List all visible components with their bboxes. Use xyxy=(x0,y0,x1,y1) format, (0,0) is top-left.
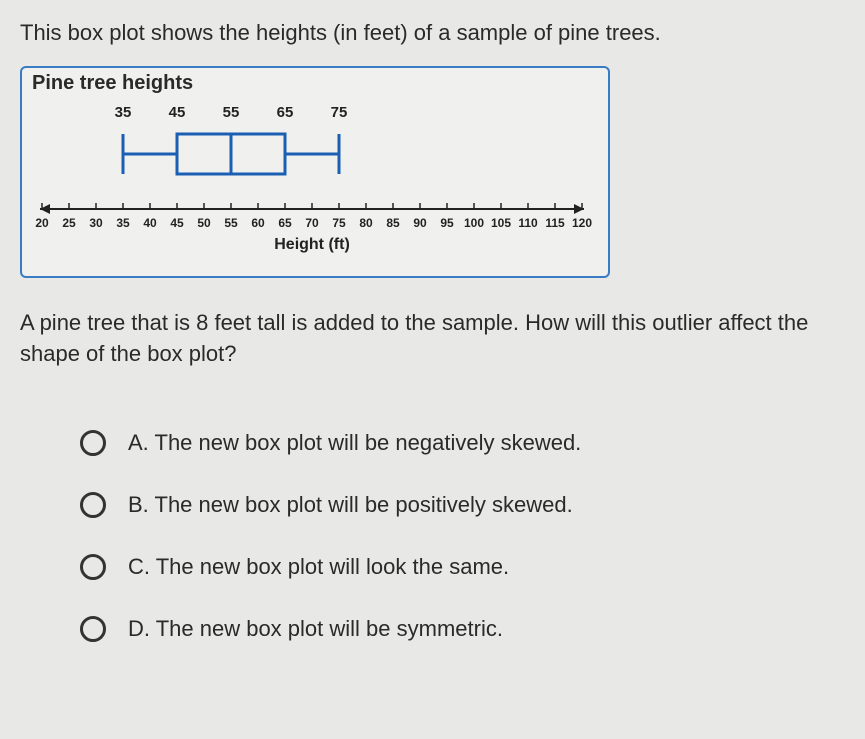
question-text: A pine tree that is 8 feet tall is added… xyxy=(20,308,845,370)
svg-text:100: 100 xyxy=(464,216,484,230)
svg-text:70: 70 xyxy=(305,216,319,230)
svg-text:120: 120 xyxy=(572,216,592,230)
svg-text:75: 75 xyxy=(332,216,346,230)
svg-text:45: 45 xyxy=(169,104,186,121)
svg-text:25: 25 xyxy=(62,216,76,230)
svg-text:105: 105 xyxy=(491,216,511,230)
choices-list: A. The new box plot will be negatively s… xyxy=(80,430,845,642)
svg-text:20: 20 xyxy=(35,216,49,230)
svg-text:65: 65 xyxy=(278,216,292,230)
svg-text:50: 50 xyxy=(197,216,211,230)
choice-d[interactable]: D. The new box plot will be symmetric. xyxy=(80,616,845,642)
svg-text:110: 110 xyxy=(518,216,538,230)
svg-text:95: 95 xyxy=(440,216,454,230)
svg-text:40: 40 xyxy=(143,216,157,230)
svg-text:35: 35 xyxy=(116,216,130,230)
svg-text:Height (ft): Height (ft) xyxy=(274,236,350,253)
choice-c-text: C. The new box plot will look the same. xyxy=(128,554,509,580)
intro-text: This box plot shows the heights (in feet… xyxy=(20,20,845,46)
svg-text:55: 55 xyxy=(223,104,240,121)
svg-text:60: 60 xyxy=(251,216,265,230)
choice-a[interactable]: A. The new box plot will be negatively s… xyxy=(80,430,845,456)
boxplot-svg-wrap: 35 45 55 65 75 20 25 30 35 40 45 50 55 60 65 70 75 80 85 90… xyxy=(32,99,598,264)
plot-title: Pine tree heights xyxy=(32,72,598,95)
radio-icon xyxy=(80,430,106,456)
radio-icon xyxy=(80,554,106,580)
choice-d-text: D. The new box plot will be symmetric. xyxy=(128,616,503,642)
choice-a-text: A. The new box plot will be negatively s… xyxy=(128,430,581,456)
svg-text:65: 65 xyxy=(277,104,294,121)
boxplot-frame: Pine tree heights 35 45 55 65 75 20 25 30 35 40 45… xyxy=(20,66,610,278)
radio-icon xyxy=(80,616,106,642)
svg-text:55: 55 xyxy=(224,216,238,230)
svg-text:45: 45 xyxy=(170,216,184,230)
choice-b[interactable]: B. The new box plot will be positively s… xyxy=(80,492,845,518)
svg-text:85: 85 xyxy=(386,216,400,230)
svg-text:80: 80 xyxy=(359,216,373,230)
svg-text:30: 30 xyxy=(89,216,103,230)
svg-text:75: 75 xyxy=(331,104,348,121)
boxplot-svg: 35 45 55 65 75 20 25 30 35 40 45 50 55 60 65 70 75 80 85 90… xyxy=(32,99,592,259)
svg-text:115: 115 xyxy=(545,216,565,230)
choice-b-text: B. The new box plot will be positively s… xyxy=(128,492,573,518)
svg-text:90: 90 xyxy=(413,216,427,230)
svg-text:35: 35 xyxy=(115,104,132,121)
choice-c[interactable]: C. The new box plot will look the same. xyxy=(80,554,845,580)
radio-icon xyxy=(80,492,106,518)
